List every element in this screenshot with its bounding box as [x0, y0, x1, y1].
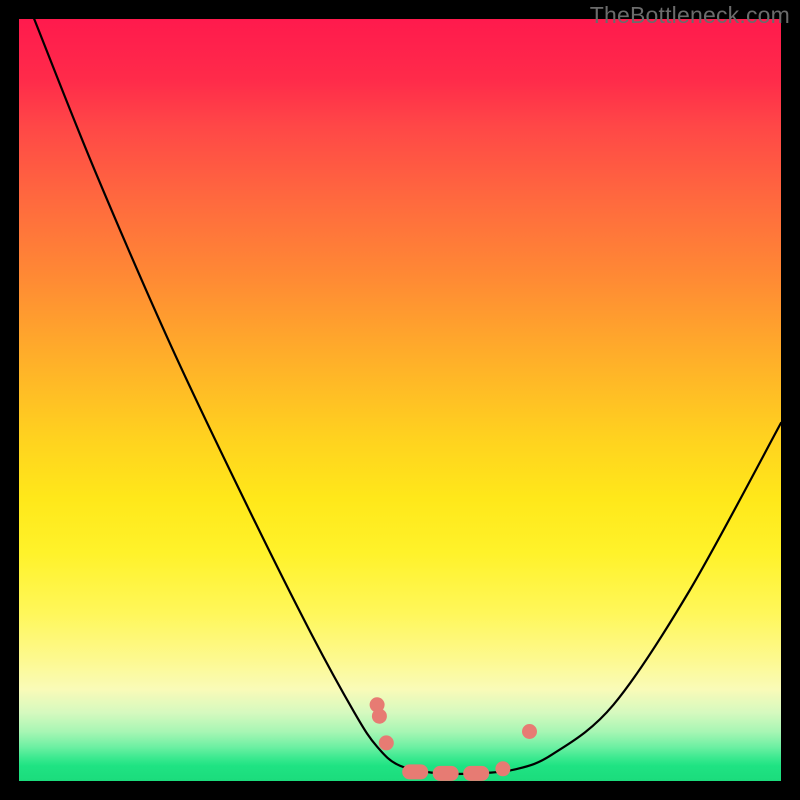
curve-marker	[379, 735, 394, 750]
watermark-text: TheBottleneck.com	[590, 2, 790, 29]
curve-layer	[19, 19, 781, 781]
curve-marker	[402, 764, 428, 779]
curve-marker	[522, 724, 537, 739]
bottleneck-curve	[34, 19, 781, 774]
marker-group	[370, 697, 537, 781]
chart-frame: TheBottleneck.com	[0, 0, 800, 800]
curve-marker	[372, 709, 387, 724]
curve-marker	[495, 761, 510, 776]
curve-marker	[433, 766, 459, 781]
plot-area	[19, 19, 781, 781]
curve-marker	[463, 766, 489, 781]
